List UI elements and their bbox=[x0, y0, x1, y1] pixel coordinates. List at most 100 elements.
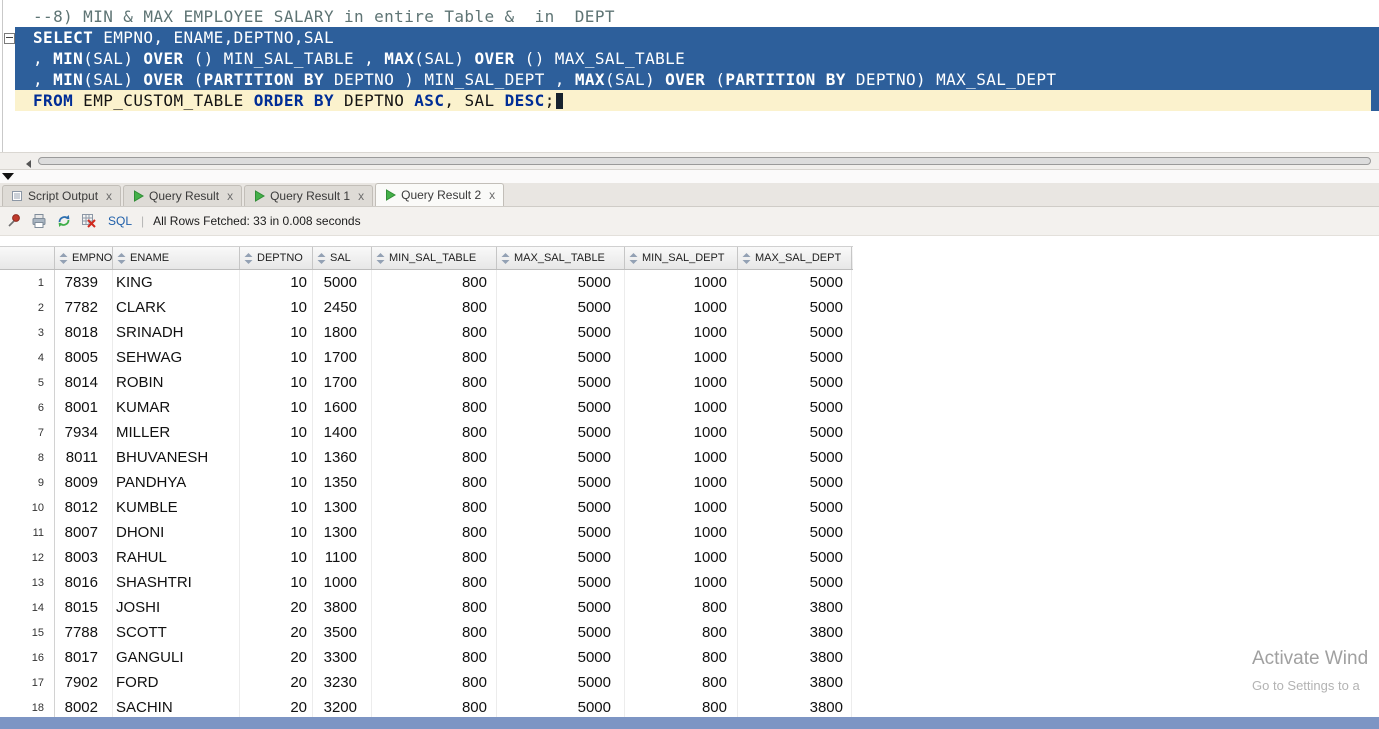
cell-max_sal_table[interactable]: 5000 bbox=[497, 445, 625, 470]
cell-empno[interactable]: 8005 bbox=[55, 345, 113, 370]
cell-deptno[interactable]: 20 bbox=[240, 595, 313, 620]
cell-max_sal_dept[interactable]: 5000 bbox=[738, 345, 852, 370]
close-tab-icon[interactable]: x bbox=[106, 189, 112, 203]
cell-deptno[interactable]: 20 bbox=[240, 645, 313, 670]
panel-splitter[interactable] bbox=[0, 170, 1379, 183]
row-number[interactable]: 11 bbox=[0, 520, 55, 545]
tab-query-result-2[interactable]: Query Result 2 x bbox=[375, 183, 505, 206]
row-number[interactable]: 7 bbox=[0, 420, 55, 445]
cell-min_sal_dept[interactable]: 1000 bbox=[625, 470, 738, 495]
cell-sal[interactable]: 3300 bbox=[313, 645, 372, 670]
cell-max_sal_table[interactable]: 5000 bbox=[497, 345, 625, 370]
cell-min_sal_dept[interactable]: 1000 bbox=[625, 520, 738, 545]
collapse-panel-icon[interactable] bbox=[2, 173, 14, 180]
cell-min_sal_table[interactable]: 800 bbox=[372, 620, 497, 645]
column-header-sal[interactable]: SAL bbox=[313, 247, 372, 269]
column-header-empno[interactable]: EMPNO bbox=[55, 247, 113, 269]
sql-line[interactable]: SELECT EMPNO, ENAME,DEPTNO,SAL bbox=[15, 27, 1379, 48]
cell-empno[interactable]: 7902 bbox=[55, 670, 113, 695]
row-number[interactable]: 5 bbox=[0, 370, 55, 395]
scroll-left-icon[interactable] bbox=[24, 156, 34, 168]
cell-min_sal_table[interactable]: 800 bbox=[372, 520, 497, 545]
cell-sal[interactable]: 3230 bbox=[313, 670, 372, 695]
cell-max_sal_table[interactable]: 5000 bbox=[497, 395, 625, 420]
cell-max_sal_table[interactable]: 5000 bbox=[497, 620, 625, 645]
cell-min_sal_dept[interactable]: 800 bbox=[625, 670, 738, 695]
cell-empno[interactable]: 8011 bbox=[55, 445, 113, 470]
row-number[interactable]: 3 bbox=[0, 320, 55, 345]
cell-max_sal_dept[interactable]: 3800 bbox=[738, 620, 852, 645]
freeze-view-pin-icon[interactable] bbox=[6, 213, 22, 229]
column-header-min_sal_dept[interactable]: MIN_SAL_DEPT bbox=[625, 247, 738, 269]
cell-min_sal_dept[interactable]: 1000 bbox=[625, 570, 738, 595]
printer-icon[interactable] bbox=[31, 213, 47, 229]
cell-max_sal_dept[interactable]: 3800 bbox=[738, 595, 852, 620]
cell-max_sal_dept[interactable]: 5000 bbox=[738, 445, 852, 470]
cell-sal[interactable]: 1700 bbox=[313, 370, 372, 395]
delete-grid-icon[interactable] bbox=[81, 213, 97, 229]
cell-deptno[interactable]: 10 bbox=[240, 495, 313, 520]
sort-icon[interactable] bbox=[629, 252, 638, 264]
cell-empno[interactable]: 8001 bbox=[55, 395, 113, 420]
taskbar-strip[interactable] bbox=[0, 717, 1379, 729]
cell-sal[interactable]: 5000 bbox=[313, 270, 372, 295]
cell-sal[interactable]: 1300 bbox=[313, 520, 372, 545]
cell-deptno[interactable]: 20 bbox=[240, 670, 313, 695]
cell-sal[interactable]: 1800 bbox=[313, 320, 372, 345]
cell-min_sal_table[interactable]: 800 bbox=[372, 495, 497, 520]
cell-min_sal_dept[interactable]: 800 bbox=[625, 645, 738, 670]
cell-min_sal_table[interactable]: 800 bbox=[372, 395, 497, 420]
cell-deptno[interactable]: 10 bbox=[240, 445, 313, 470]
row-number[interactable]: 10 bbox=[0, 495, 55, 520]
cell-ename[interactable]: PANDHYA bbox=[113, 470, 240, 495]
column-header-min_sal_table[interactable]: MIN_SAL_TABLE bbox=[372, 247, 497, 269]
cell-ename[interactable]: BHUVANESH bbox=[113, 445, 240, 470]
refresh-icon[interactable] bbox=[56, 213, 72, 229]
cell-deptno[interactable]: 10 bbox=[240, 520, 313, 545]
cell-max_sal_dept[interactable]: 5000 bbox=[738, 295, 852, 320]
row-number[interactable]: 4 bbox=[0, 345, 55, 370]
row-number[interactable]: 14 bbox=[0, 595, 55, 620]
cell-ename[interactable]: KING bbox=[113, 270, 240, 295]
cell-max_sal_dept[interactable]: 5000 bbox=[738, 520, 852, 545]
cell-max_sal_dept[interactable]: 3800 bbox=[738, 670, 852, 695]
cell-max_sal_table[interactable]: 5000 bbox=[497, 320, 625, 345]
cell-sal[interactable]: 1100 bbox=[313, 545, 372, 570]
cell-max_sal_table[interactable]: 5000 bbox=[497, 645, 625, 670]
sort-icon[interactable] bbox=[317, 252, 326, 264]
cell-empno[interactable]: 8009 bbox=[55, 470, 113, 495]
cell-deptno[interactable]: 10 bbox=[240, 295, 313, 320]
cell-deptno[interactable]: 10 bbox=[240, 395, 313, 420]
cell-min_sal_dept[interactable]: 1000 bbox=[625, 420, 738, 445]
cell-ename[interactable]: DHONI bbox=[113, 520, 240, 545]
cell-deptno[interactable]: 10 bbox=[240, 420, 313, 445]
sort-icon[interactable] bbox=[117, 252, 126, 264]
sql-comment-line[interactable]: --8) MIN & MAX EMPLOYEE SALARY in entire… bbox=[15, 6, 1379, 27]
cell-ename[interactable]: KUMAR bbox=[113, 395, 240, 420]
cell-max_sal_table[interactable]: 5000 bbox=[497, 495, 625, 520]
cell-max_sal_dept[interactable]: 5000 bbox=[738, 270, 852, 295]
cell-sal[interactable]: 1400 bbox=[313, 420, 372, 445]
cell-min_sal_dept[interactable]: 1000 bbox=[625, 320, 738, 345]
row-number[interactable]: 2 bbox=[0, 295, 55, 320]
cell-max_sal_table[interactable]: 5000 bbox=[497, 295, 625, 320]
cell-ename[interactable]: KUMBLE bbox=[113, 495, 240, 520]
tab-query-result-1[interactable]: Query Result 1 x bbox=[244, 185, 374, 206]
cell-max_sal_table[interactable]: 5000 bbox=[497, 470, 625, 495]
cell-sal[interactable]: 2450 bbox=[313, 295, 372, 320]
cell-max_sal_table[interactable]: 5000 bbox=[497, 520, 625, 545]
cell-min_sal_table[interactable]: 800 bbox=[372, 420, 497, 445]
cell-max_sal_table[interactable]: 5000 bbox=[497, 670, 625, 695]
cell-min_sal_table[interactable]: 800 bbox=[372, 670, 497, 695]
sort-icon[interactable] bbox=[376, 252, 385, 264]
row-number[interactable]: 12 bbox=[0, 545, 55, 570]
sort-icon[interactable] bbox=[742, 252, 751, 264]
column-header-max_sal_table[interactable]: MAX_SAL_TABLE bbox=[497, 247, 625, 269]
sql-line[interactable]: , MIN(SAL) OVER (PARTITION BY DEPTNO ) M… bbox=[15, 69, 1379, 90]
cell-deptno[interactable]: 10 bbox=[240, 370, 313, 395]
cell-sal[interactable]: 1000 bbox=[313, 570, 372, 595]
cell-min_sal_table[interactable]: 800 bbox=[372, 595, 497, 620]
cell-sal[interactable]: 3500 bbox=[313, 620, 372, 645]
sort-icon[interactable] bbox=[501, 252, 510, 264]
cell-ename[interactable]: SHASHTRI bbox=[113, 570, 240, 595]
